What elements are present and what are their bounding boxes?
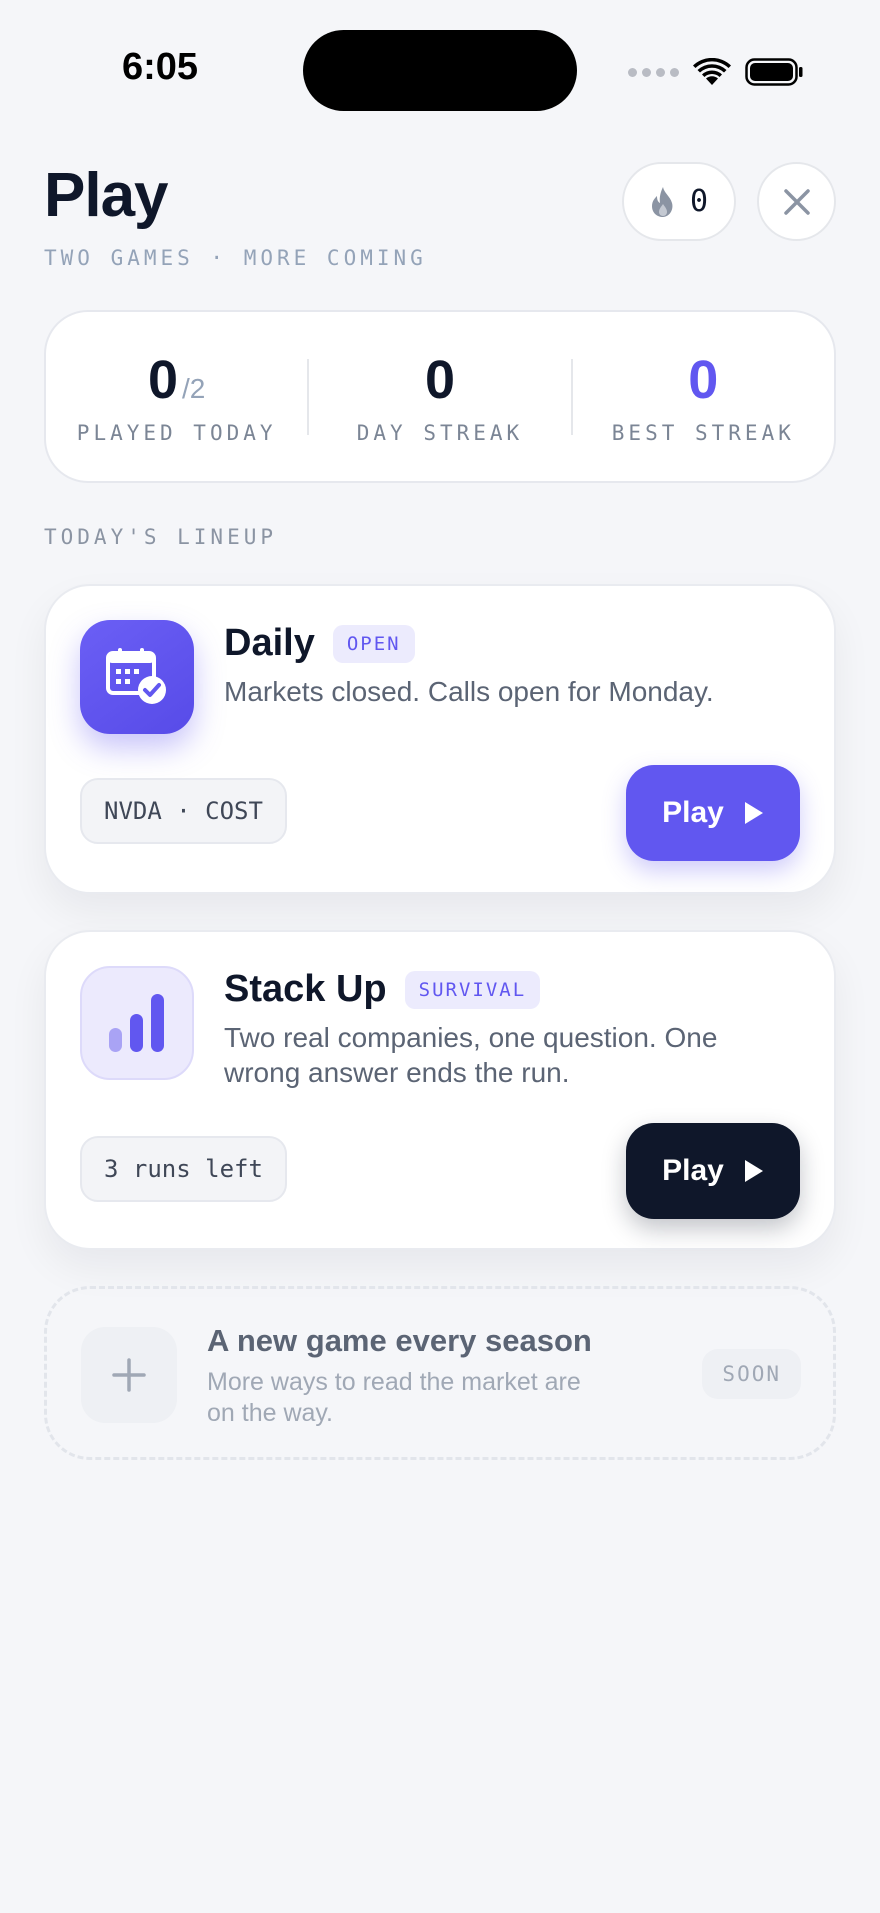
stat-label: DAY STREAK bbox=[356, 420, 524, 445]
game-description: Markets closed. Calls open for Monday. bbox=[224, 676, 714, 707]
status-icons bbox=[628, 52, 803, 92]
runs-left-chip: 3 runs left bbox=[80, 1136, 287, 1202]
close-icon bbox=[783, 188, 810, 215]
status-badge: SURVIVAL bbox=[404, 970, 541, 1009]
flame-icon bbox=[651, 186, 673, 217]
section-label: TODAY'S LINEUP bbox=[44, 525, 278, 549]
page-subtitle: TWO GAMES · MORE COMING bbox=[44, 246, 427, 270]
game-card-daily[interactable]: Daily OPEN Markets closed. Calls open fo… bbox=[44, 584, 836, 894]
bar-chart-icon bbox=[80, 966, 194, 1080]
play-label: Play bbox=[662, 1154, 724, 1187]
stat-value: 0 bbox=[688, 349, 719, 410]
stats-card: 0 /2 PLAYED TODAY 0 DAY STREAK 0 BEST ST… bbox=[44, 310, 836, 483]
game-name: Stack Up bbox=[224, 968, 387, 1010]
page-title: Play bbox=[44, 161, 169, 230]
play-daily-button[interactable]: Play bbox=[626, 765, 800, 861]
status-time: 6:05 bbox=[122, 46, 199, 88]
wifi-icon bbox=[693, 58, 731, 85]
stat-label: BEST STREAK bbox=[611, 420, 795, 445]
dynamic-island bbox=[303, 30, 577, 111]
stat-value: 0 bbox=[424, 349, 456, 410]
status-badge: OPEN bbox=[332, 624, 415, 663]
stat-best-streak: 0 BEST STREAK bbox=[573, 349, 834, 445]
play-icon bbox=[744, 1160, 763, 1182]
game-description: Two real companies, one question. One wr… bbox=[224, 1022, 718, 1088]
stat-sub: /2 bbox=[182, 372, 206, 404]
play-stack-up-button[interactable]: Play bbox=[626, 1123, 800, 1219]
plus-icon bbox=[81, 1327, 177, 1423]
game-card-stack-up[interactable]: Stack Up SURVIVAL Two real companies, on… bbox=[44, 930, 836, 1250]
coming-soon-title: A new game every season bbox=[207, 1323, 592, 1358]
streak-button[interactable]: 0 bbox=[622, 162, 736, 241]
battery-icon bbox=[745, 58, 803, 86]
stat-played-today: 0 /2 PLAYED TODAY bbox=[46, 349, 307, 445]
tickers-chip: NVDA · COST bbox=[80, 778, 287, 844]
stat-value: 0 bbox=[147, 349, 178, 410]
coming-soon-card: A new game every season More ways to rea… bbox=[44, 1286, 836, 1460]
stat-day-streak: 0 DAY STREAK bbox=[309, 349, 570, 445]
coming-soon-description: More ways to read the market are on the … bbox=[207, 1368, 581, 1427]
streak-count: 0 bbox=[689, 184, 709, 219]
calendar-check-icon bbox=[80, 620, 194, 734]
stat-label: PLAYED TODAY bbox=[76, 420, 277, 445]
cellular-icon bbox=[628, 67, 679, 77]
play-label: Play bbox=[662, 796, 724, 829]
game-name: Daily bbox=[224, 622, 315, 664]
close-button[interactable] bbox=[757, 162, 836, 241]
soon-badge: SOON bbox=[702, 1349, 801, 1399]
play-icon bbox=[744, 802, 763, 824]
